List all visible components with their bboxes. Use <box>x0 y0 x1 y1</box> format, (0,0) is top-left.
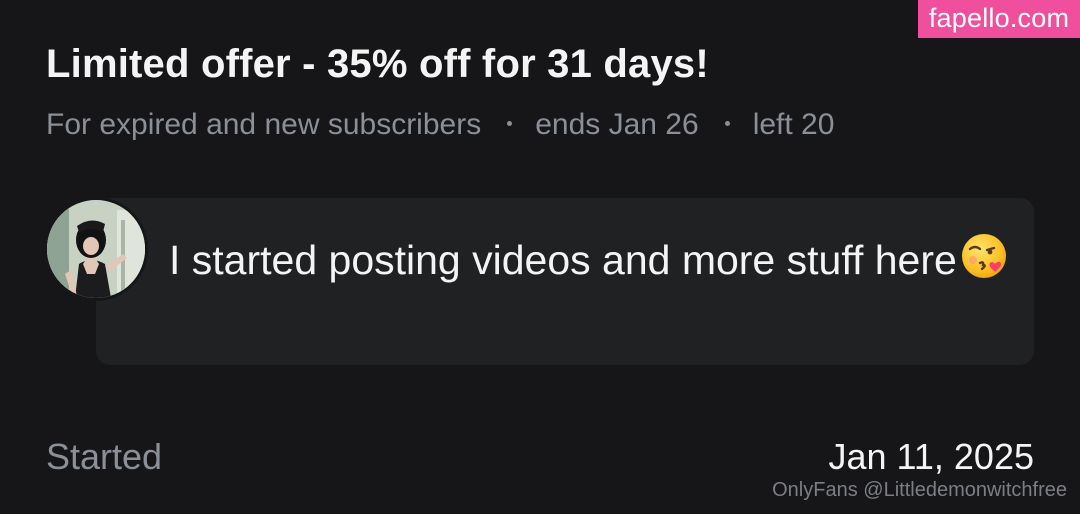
offer-remaining: left 20 <box>752 108 835 141</box>
offer-audience: For expired and new subscribers <box>46 108 482 141</box>
offer-title: Limited offer - 35% off for 31 days! <box>46 42 709 86</box>
offer-ends: ends Jan 26 <box>535 108 699 141</box>
separator-dot-icon <box>724 120 730 126</box>
message-bubble: I started posting videos and more stuff … <box>96 198 1034 365</box>
message-text: I started posting videos and more stuff … <box>169 237 957 283</box>
source-caption: OnlyFans @Littledemonwitchfree <box>772 479 1067 501</box>
face-throwing-a-kiss-icon <box>959 231 1009 302</box>
message-text-container: I started posting videos and more stuff … <box>169 224 1009 295</box>
offer-screen: fapello.com Limited offer - 35% off for … <box>0 0 1080 514</box>
started-date: Jan 11, 2025 <box>828 436 1034 477</box>
offer-meta: For expired and new subscribers ends Jan… <box>46 108 834 142</box>
avatar[interactable] <box>44 197 148 301</box>
separator-dot-icon <box>507 120 513 126</box>
watermark: fapello.com <box>918 0 1080 38</box>
started-label: Started <box>46 436 163 477</box>
avatar-image <box>47 200 145 298</box>
